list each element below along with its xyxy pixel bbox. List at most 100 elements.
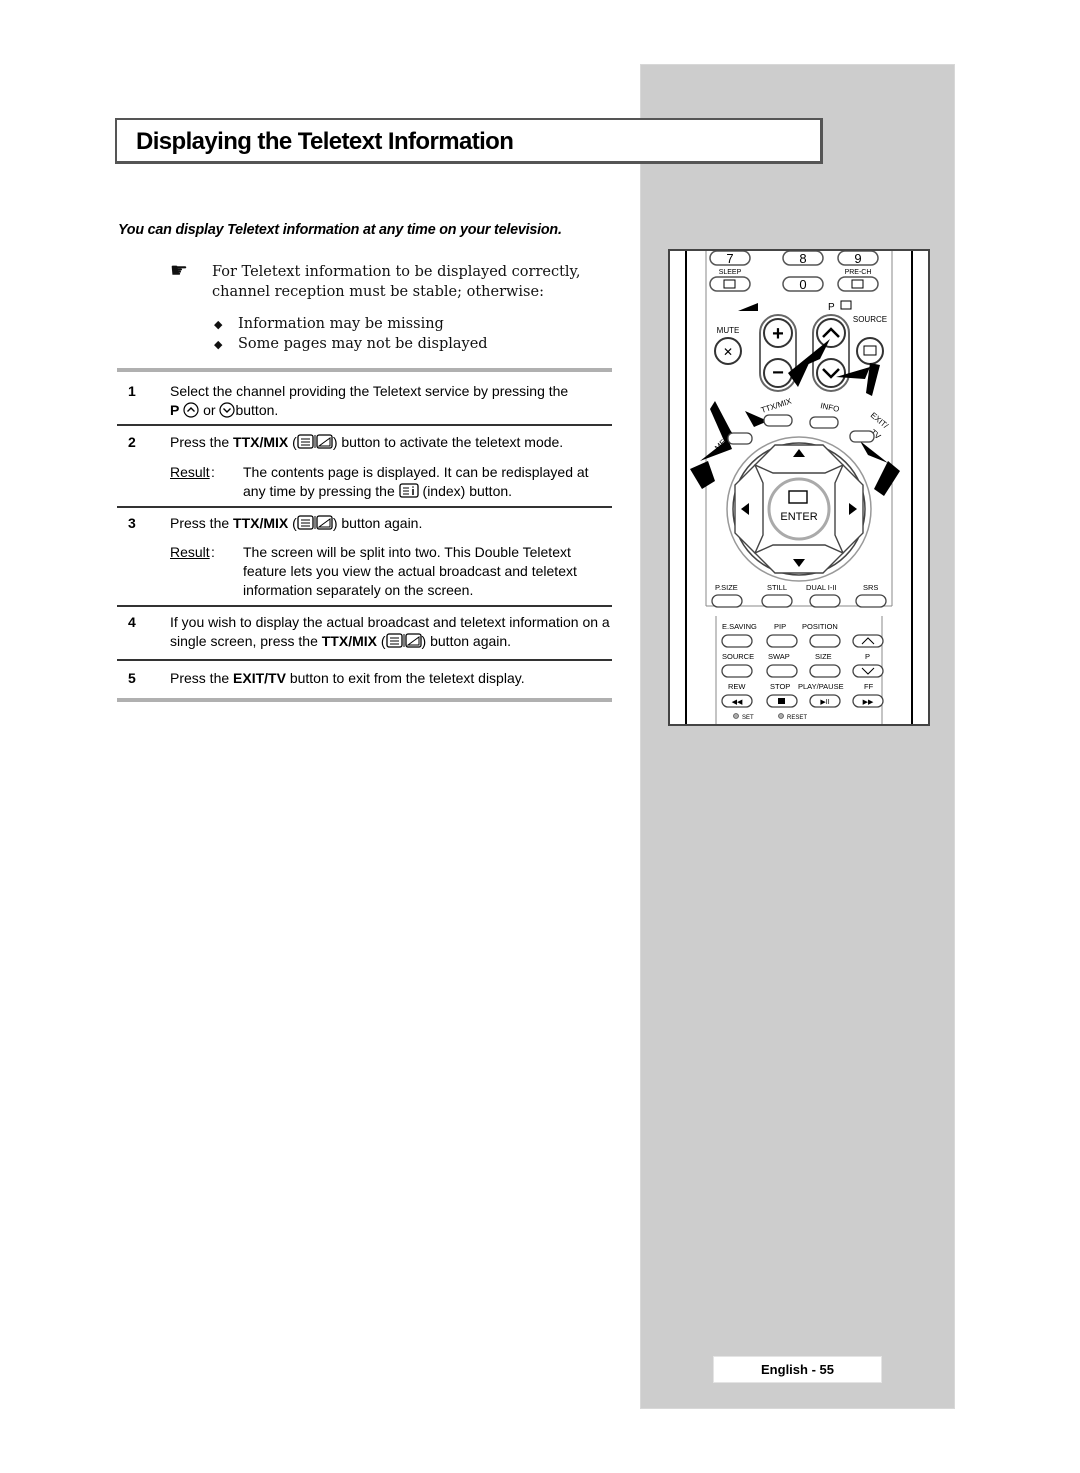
- swap-label: SWAP: [768, 652, 790, 661]
- button-info: [809, 416, 839, 429]
- enter-button: [767, 477, 831, 541]
- page-number: English - 55: [713, 1356, 882, 1383]
- button-prech: [837, 276, 879, 292]
- bullet-item: ◆ Information may be missing: [214, 314, 488, 334]
- svg-text:◀◀: ◀◀: [732, 699, 743, 706]
- page-title: Displaying the Teletext Information: [136, 128, 514, 155]
- ttx-mix-icon: [297, 515, 333, 530]
- bullet-item: ◆ Some pages may not be displayed: [214, 334, 488, 354]
- button-still: [761, 594, 793, 608]
- sleep-label: SLEEP: [719, 269, 742, 276]
- svg-text:0: 0: [799, 277, 806, 292]
- divider: [117, 424, 612, 426]
- prech-label: PRE-CH: [845, 269, 872, 276]
- svg-text:9: 9: [854, 251, 861, 266]
- playpause-label: PLAY/PAUSE: [798, 682, 844, 691]
- svg-text:▶▶: ▶▶: [863, 699, 874, 706]
- diamond-bullet-icon: ◆: [214, 338, 223, 351]
- pointing-hand-icon: ☛: [170, 258, 188, 282]
- button-esaving: [721, 634, 753, 648]
- rew-label: REW: [728, 682, 746, 691]
- srs-label: SRS: [863, 583, 878, 592]
- result-label: Result: [170, 544, 210, 560]
- p2-label: P: [865, 652, 870, 661]
- stop-label: STOP: [770, 682, 790, 691]
- button-9: 9: [837, 251, 879, 266]
- esaving-label: E.SAVING: [722, 622, 757, 631]
- button-source2: [721, 664, 753, 678]
- source-button: [856, 337, 884, 365]
- button-8: 8: [782, 251, 824, 266]
- size-label: SIZE: [815, 652, 832, 661]
- button-sleep: [709, 276, 751, 292]
- svg-text:−: −: [772, 362, 784, 384]
- note-bullets: ◆ Information may be missing ◆ Some pages …: [214, 314, 488, 354]
- p-label: P: [828, 302, 835, 313]
- button-exit: [849, 430, 875, 443]
- step-number: 3: [128, 515, 136, 531]
- step-text: Press the EXIT/TV button to exit from th…: [170, 670, 525, 686]
- pointer-arrow-icon: [860, 441, 888, 463]
- button-0: 0: [782, 276, 824, 292]
- mute-label: MUTE: [717, 326, 740, 335]
- divider: [117, 368, 612, 372]
- step-text: Press the TTX/MIX () button to activate …: [170, 434, 564, 450]
- divider: [117, 698, 612, 702]
- remote-control-illustration: 7 8 9 SLEEP PRE-CH 0 P SOURCE MUTE + − ✕: [668, 249, 930, 726]
- reset-label: RESET: [787, 715, 807, 721]
- page-title-box: Displaying the Teletext Information: [115, 118, 823, 164]
- volume-wedge-icon: [738, 303, 758, 311]
- info-label: INFO: [820, 401, 841, 414]
- step-text: If you wish to display the actual broadc…: [170, 614, 610, 649]
- svg-text:8: 8: [799, 251, 806, 266]
- diamond-bullet-icon: ◆: [214, 318, 223, 331]
- svg-text:+: +: [772, 323, 784, 345]
- source-label: SOURCE: [853, 315, 887, 324]
- dual-label: DUAL I-II: [806, 583, 837, 592]
- remote-svg: 7 8 9 SLEEP PRE-CH 0 P SOURCE MUTE + − ✕: [685, 251, 913, 724]
- button-pip: [766, 634, 798, 648]
- button-psize: [711, 594, 743, 608]
- pip-label: PIP: [774, 622, 786, 631]
- button-p-up: [852, 634, 884, 648]
- svg-text:▶II: ▶II: [820, 699, 829, 706]
- step-text: Select the channel providing the Teletex…: [170, 383, 569, 418]
- step-number: 4: [128, 614, 136, 630]
- exit-label: EXIT/: [869, 411, 891, 431]
- enter-label: ENTER: [780, 511, 817, 523]
- ttxmix-label: TTX/MIX: [760, 396, 793, 415]
- note-text: For Teletext information to be displayed…: [212, 264, 581, 300]
- still-label: STILL: [767, 583, 787, 592]
- step-number: 1: [128, 383, 136, 399]
- button-7: 7: [709, 251, 751, 266]
- mute-icon: ✕: [723, 345, 733, 359]
- channel-up-button: [816, 318, 846, 348]
- button-menu: [727, 432, 753, 445]
- psize-label: P.SIZE: [715, 583, 738, 592]
- index-icon: [398, 483, 419, 498]
- button-p-down: [852, 664, 884, 678]
- ff-label: FF: [864, 682, 874, 691]
- button-swap: [766, 664, 798, 678]
- button-size: [809, 664, 841, 678]
- step-number: 5: [128, 670, 136, 686]
- position-label: POSITION: [802, 622, 838, 631]
- button-position: [809, 634, 841, 648]
- intro-text: You can display Teletext information at …: [118, 222, 562, 238]
- result-text: The contents page is displayed. It can b…: [243, 464, 589, 499]
- divider: [117, 506, 612, 508]
- button-srs: [855, 594, 887, 608]
- button-ttxmix: [763, 414, 793, 427]
- channel-down-icon: [219, 402, 236, 418]
- ttx-mix-icon: [297, 434, 333, 449]
- result-label: Result: [170, 464, 210, 480]
- button-dual: [809, 594, 841, 608]
- result-text: The screen will be split into two. This …: [243, 544, 577, 598]
- svg-text:7: 7: [726, 251, 733, 266]
- set-label: SET: [742, 715, 754, 721]
- channel-up-icon: [183, 402, 199, 418]
- step-number: 2: [128, 434, 136, 450]
- ttx-mix-icon: [385, 633, 422, 648]
- divider: [117, 605, 612, 607]
- source2-label: SOURCE: [722, 652, 754, 661]
